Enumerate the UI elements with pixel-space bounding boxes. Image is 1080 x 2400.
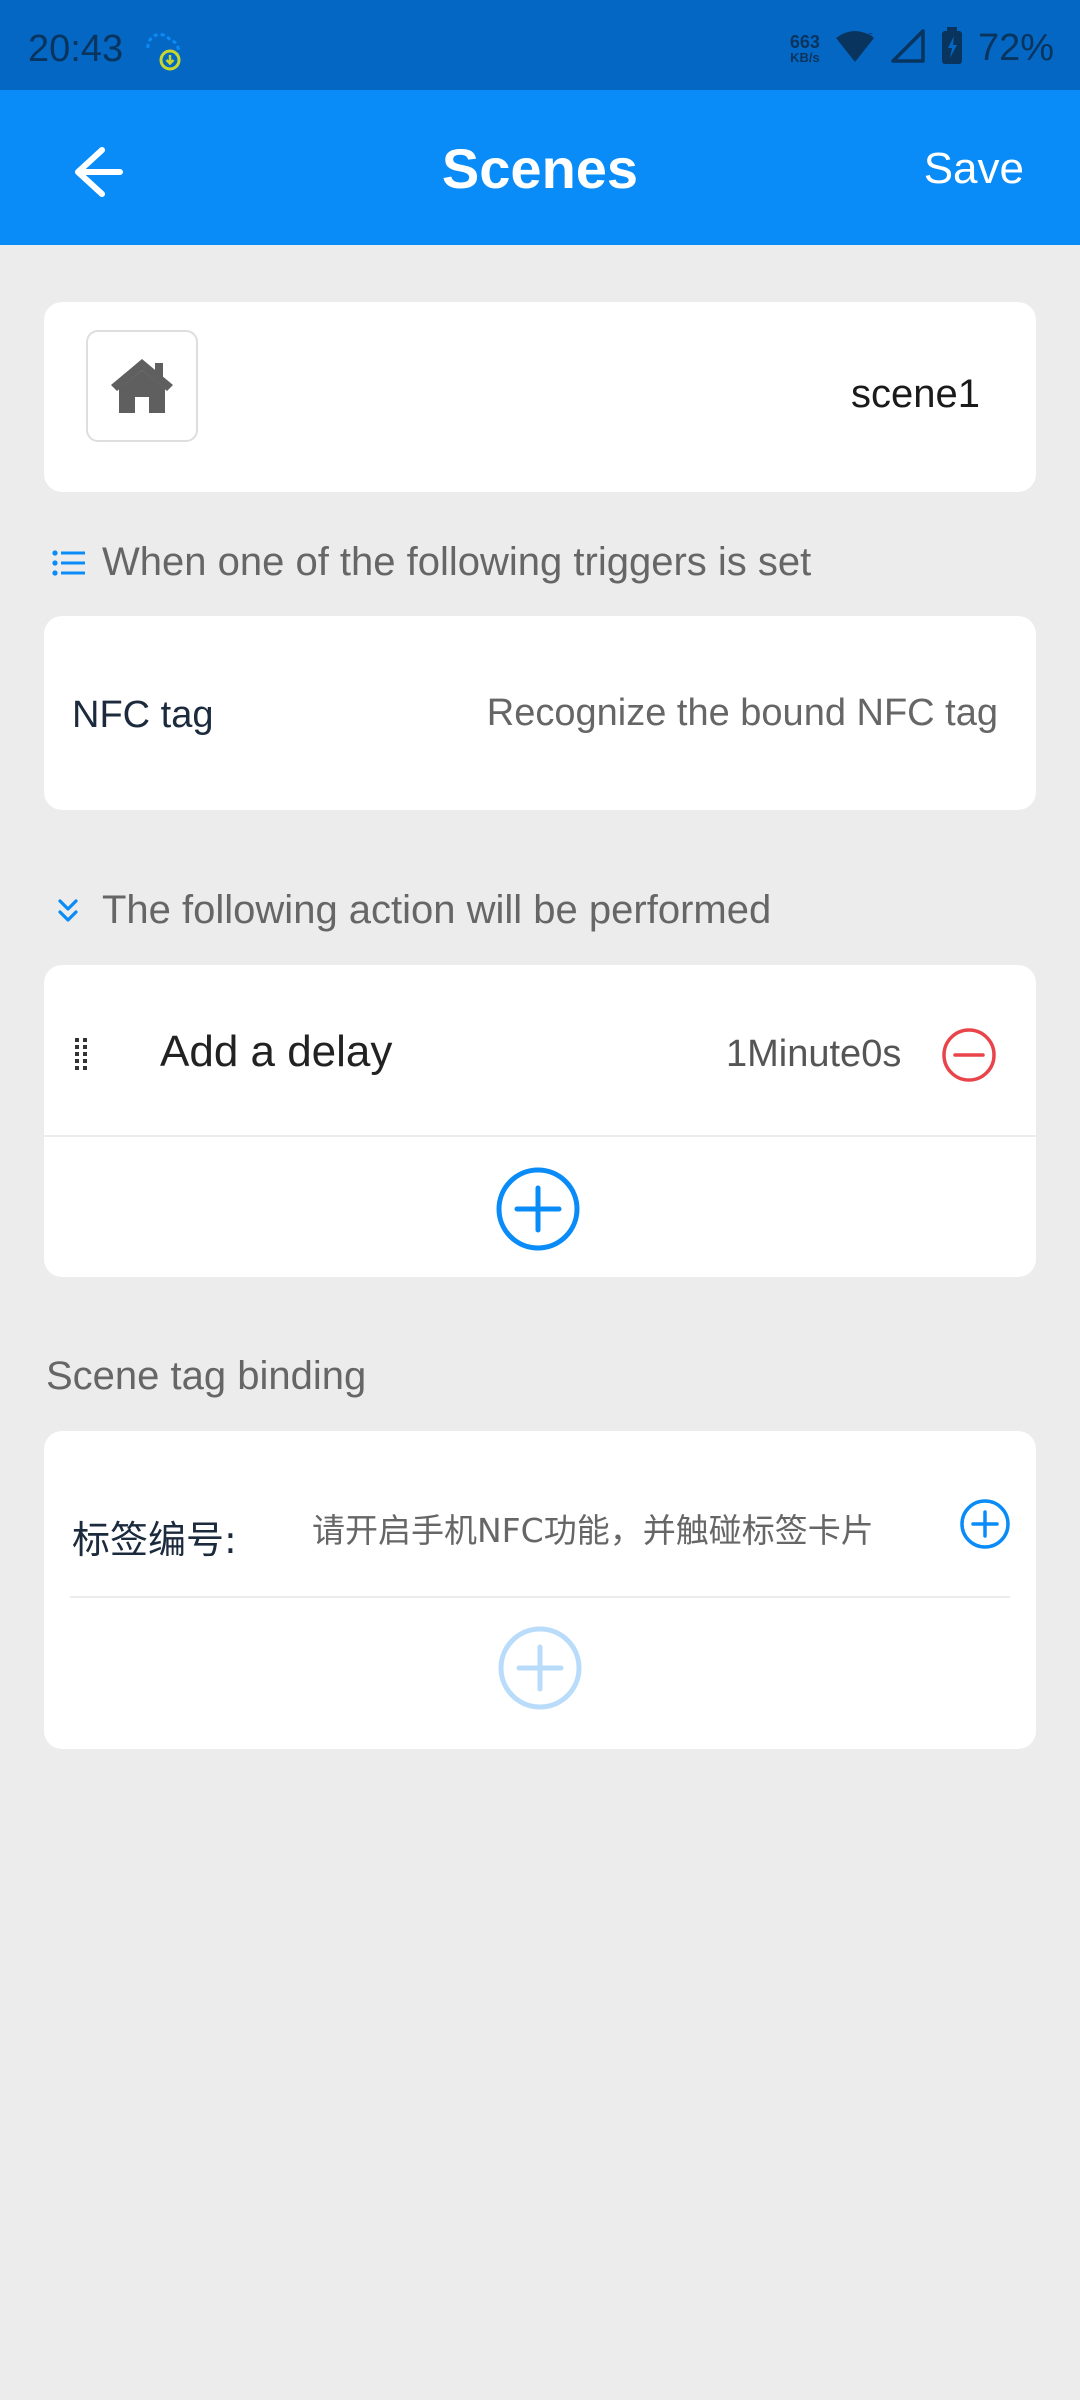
svg-text:6: 6 <box>867 32 873 43</box>
list-icon <box>52 549 85 576</box>
plus-circle-icon <box>498 1626 582 1710</box>
add-action-button[interactable] <box>495 1166 581 1252</box>
drag-handle-icon[interactable] <box>74 1037 88 1071</box>
battery-icon <box>940 26 964 71</box>
battery-percent: 72% <box>977 27 1054 69</box>
plus-circle-icon <box>960 1499 1010 1549</box>
actions-section-label: The following action will be performed <box>102 888 772 932</box>
plus-circle-icon <box>496 1167 580 1251</box>
add-tag-button-disabled <box>497 1625 583 1711</box>
app-bar: Scenes Save <box>0 90 1080 245</box>
net-speed-unit: KB/s <box>790 50 820 65</box>
actions-section-header: The following action will be performed <box>50 888 771 933</box>
scene-name[interactable]: scene1 <box>851 372 980 417</box>
trigger-name: NFC tag <box>72 694 214 736</box>
actions-card: Add a delay 1Minute0s <box>44 965 1036 1277</box>
save-button[interactable]: Save <box>924 144 1024 194</box>
home-icon <box>111 359 173 413</box>
cell-signal-icon <box>890 28 926 69</box>
status-time: 20:43 <box>28 28 124 70</box>
trigger-description: Recognize the bound NFC tag <box>486 692 998 734</box>
double-chevron-down-icon <box>58 898 78 922</box>
action-value[interactable]: 1Minute0s <box>726 1033 901 1076</box>
triggers-section-header: When one of the following triggers is se… <box>50 540 811 585</box>
trigger-item-nfc-tag[interactable]: NFC tag Recognize the bound NFC tag <box>44 616 1036 810</box>
page-title: Scenes <box>441 137 639 200</box>
scene-card: scene1 <box>44 302 1036 492</box>
divider <box>44 1135 1036 1137</box>
remove-action-button[interactable] <box>940 1026 998 1084</box>
binding-section-label: Scene tag binding <box>46 1354 367 1398</box>
divider <box>70 1596 1010 1598</box>
cloud-sync-icon <box>140 22 184 74</box>
net-speed: 663 KB/s <box>790 33 820 64</box>
action-name[interactable]: Add a delay <box>160 1027 392 1077</box>
tag-number-input[interactable] <box>312 1503 952 1557</box>
status-right: 663 KB/s 6 72% <box>790 26 1054 71</box>
add-tag-number-button[interactable] <box>958 1497 1012 1551</box>
tag-number-label: 标签编号: <box>72 1518 237 1562</box>
wifi-icon: 6 <box>834 28 876 69</box>
minus-circle-icon <box>942 1028 996 1082</box>
net-speed-value: 663 <box>789 32 820 52</box>
status-bar: 20:43 663 KB/s 6 72% <box>0 0 1080 90</box>
binding-section-header: Scene tag binding <box>46 1354 366 1399</box>
binding-card: 标签编号: <box>44 1431 1036 1749</box>
triggers-section-label: When one of the following triggers is se… <box>102 540 812 584</box>
scene-icon-button[interactable] <box>86 330 198 442</box>
